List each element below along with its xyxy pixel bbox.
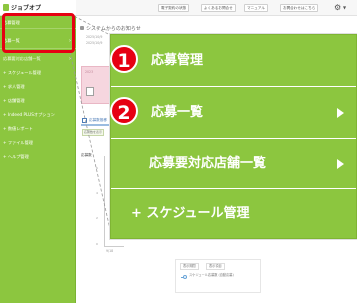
callout-label: 応募一覧 (151, 105, 204, 120)
sidebar-item-indeed-plus[interactable]: + Indeed PLUSオプション (3, 112, 73, 118)
callout-item-application-list[interactable]: 応募一覧 (111, 87, 356, 139)
y-tick-label: 0 (96, 242, 98, 246)
card-label: 2023 (85, 70, 94, 74)
tab-display-items[interactable]: 表示項目 (206, 263, 225, 270)
app-window: ジョブオプ 応募管理 応募一覧 › 応募要対応店舗一覧 › + スケジュール管理… (0, 0, 357, 303)
callout-item-applications[interactable]: 応募管理 (111, 35, 356, 87)
legend-marker-icon (183, 275, 187, 279)
sidebar-item-help[interactable]: + ヘルプ管理 (3, 154, 73, 160)
callout-item-store-list[interactable]: 応募要対応店舗一覧 (111, 139, 356, 189)
callout-label: 応募管理 (151, 53, 204, 68)
filter-button[interactable]: 応募数を表示 (82, 129, 104, 136)
sidebar-item-reports[interactable]: + 数値レポート (3, 126, 73, 132)
panel-heading-text: 応募数推移 (89, 118, 107, 122)
contact-button[interactable]: お問合わせはこちら (280, 4, 319, 12)
sidebar-item-files[interactable]: + ファイル管理 (3, 140, 73, 146)
sidebar-item-store-list[interactable]: 応募要対応店舗一覧 › (3, 56, 73, 62)
sidebar-item-schedule[interactable]: + スケジュール管理 (3, 70, 73, 76)
chart-legend: 表示期間 表示項目 スケジュール応募数 (自動応募) (175, 259, 261, 293)
chevron-right-icon: › (69, 56, 71, 62)
page-title: システムからのお知らせ (86, 26, 141, 32)
callout-label: 応募要対応店舗一覧 (149, 156, 267, 171)
callout-item-schedule[interactable]: + スケジュール管理 (111, 189, 356, 238)
gear-icon[interactable]: ⚙ (334, 3, 341, 12)
faq-button[interactable]: よくあるお問合せ (201, 4, 236, 12)
logo-text: ジョブオプ (11, 5, 42, 12)
info-icon (80, 26, 84, 30)
tab-display-period[interactable]: 表示期間 (180, 263, 199, 270)
x-tick-label: 9/18 (106, 249, 114, 253)
callout-label: + スケジュール管理 (131, 206, 250, 221)
chart-y-axis (104, 156, 105, 246)
y-tick-label: 6 (96, 166, 98, 170)
chart-x-axis (104, 246, 124, 247)
top-toolbar: 電子契約の状態 よくあるお問合せ マニュアル お問合わせはこちら ⚙ ▼ (76, 0, 357, 16)
notice-date: 2025/10/9 (86, 35, 103, 39)
document-icon (86, 87, 94, 96)
zoom-callout: 応募管理 応募一覧 応募要対応店舗一覧 + スケジュール管理 (110, 34, 357, 239)
sidebar-item-jobs[interactable]: + 求人管理 (3, 84, 73, 90)
chart-icon (82, 118, 87, 123)
sidebar-item-label: 応募要対応店舗一覧 (3, 56, 41, 61)
highlight-box (2, 13, 75, 53)
step-badge-2: 2 (110, 97, 138, 125)
sidebar-item-stores[interactable]: + 店舗管理 (3, 98, 73, 104)
logo-mark-icon (3, 4, 9, 11)
step-badge-1: 1 (110, 45, 138, 73)
y-tick-label: 2 (96, 216, 98, 220)
chevron-down-icon[interactable]: ▼ (343, 5, 346, 10)
contract-status-button[interactable]: 電子契約の状態 (158, 4, 190, 12)
chevron-right-icon (337, 159, 344, 169)
legend-series-label: スケジュール応募数 (自動応募) (189, 273, 234, 277)
count-label: 応募数 (81, 153, 92, 157)
chevron-right-icon (337, 108, 344, 118)
manual-button[interactable]: マニュアル (244, 4, 268, 12)
y-tick-label: 4 (96, 191, 98, 195)
notice-date: 2025/10/9 (86, 41, 103, 45)
